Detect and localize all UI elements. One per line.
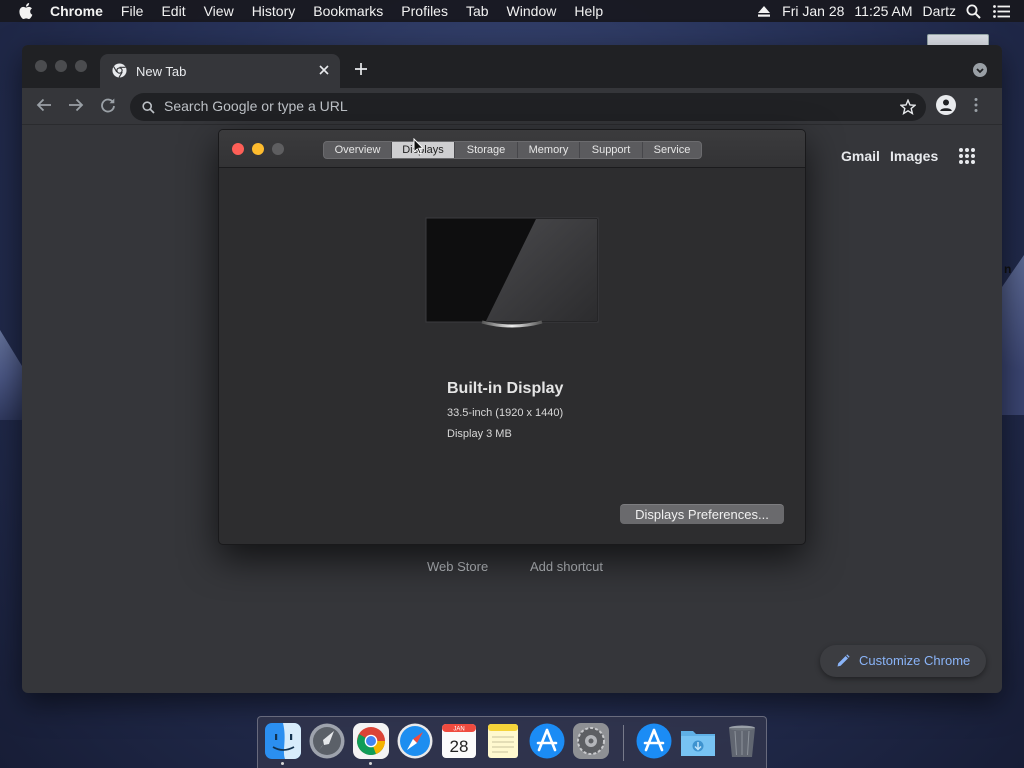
menu-profiles[interactable]: Profiles (401, 3, 448, 19)
tab-memory[interactable]: Memory (518, 142, 580, 158)
about-minimize-button[interactable] (252, 143, 264, 155)
chrome-app-icon[interactable] (352, 722, 390, 760)
safari-icon[interactable] (396, 722, 434, 760)
app-store-recent-icon[interactable] (635, 722, 673, 760)
menu-tab[interactable]: Tab (466, 3, 489, 19)
google-apps-grid-icon[interactable] (958, 147, 976, 165)
eject-icon[interactable] (758, 5, 771, 17)
tab-overview[interactable]: Overview (324, 142, 392, 158)
tab-service[interactable]: Service (643, 142, 701, 158)
apple-icon[interactable] (19, 3, 33, 19)
desktop-wallpaper-right (1002, 255, 1024, 415)
about-zoom-button (272, 143, 284, 155)
menu-bar: Chrome File Edit View History Bookmarks … (0, 0, 1024, 22)
display-monitor-icon (424, 216, 600, 328)
tab-title: New Tab (136, 64, 187, 79)
menu-window[interactable]: Window (507, 3, 557, 19)
menubar-date[interactable]: Fri Jan 28 (782, 3, 844, 19)
search-icon (142, 101, 155, 114)
about-this-mac-window: Overview Displays Storage Memory Support… (218, 129, 806, 545)
app-store-icon[interactable] (528, 722, 566, 760)
chrome-favicon-icon (112, 63, 127, 78)
menu-file[interactable]: File (121, 3, 144, 19)
trash-icon[interactable] (723, 722, 761, 760)
downloads-folder-icon[interactable] (679, 722, 717, 760)
display-name: Built-in Display (447, 380, 564, 397)
spotlight-search-icon[interactable] (966, 4, 981, 19)
menu-history[interactable]: History (252, 3, 296, 19)
tab-close-icon[interactable] (318, 64, 330, 76)
tab-new-tab[interactable]: New Tab (100, 54, 340, 88)
calendar-icon[interactable]: JAN 28 (440, 722, 478, 760)
menubar-user[interactable]: Dartz (923, 3, 956, 19)
chrome-menu-icon[interactable] (974, 97, 978, 113)
desktop-wallpaper-left (0, 330, 22, 420)
customize-chrome-button[interactable]: Customize Chrome (820, 645, 986, 677)
add-shortcut[interactable]: Add shortcut (530, 559, 603, 574)
desktop-partial-text: n (1004, 262, 1012, 276)
omnibox[interactable]: Search Google or type a URL (130, 93, 926, 121)
toolbar: Search Google or type a URL (22, 88, 1002, 124)
forward-arrow-icon[interactable] (68, 97, 84, 113)
omnibox-placeholder: Search Google or type a URL (164, 98, 348, 114)
chrome-zoom-button[interactable] (75, 60, 87, 72)
about-tab-bar: Overview Displays Storage Memory Support… (323, 141, 702, 159)
chrome-minimize-button[interactable] (55, 60, 67, 72)
web-store-shortcut[interactable]: Web Store (427, 559, 488, 574)
notification-center-icon[interactable] (993, 4, 1010, 18)
about-close-button[interactable] (232, 143, 244, 155)
finder-icon[interactable] (264, 722, 302, 760)
profile-avatar-icon[interactable] (936, 95, 956, 115)
toolbar-divider (22, 124, 1002, 125)
dock-separator (623, 725, 624, 761)
customize-chrome-label: Customize Chrome (859, 653, 971, 668)
menubar-time[interactable]: 11:25 AM (854, 3, 912, 19)
menu-chrome[interactable]: Chrome (50, 3, 103, 19)
display-size: 33.5-inch (1920 x 1440) (447, 407, 564, 419)
tab-strip: New Tab (22, 45, 1002, 88)
tab-search-icon[interactable] (973, 63, 987, 77)
tab-support[interactable]: Support (580, 142, 643, 158)
reload-icon[interactable] (100, 97, 116, 113)
chrome-running-indicator (369, 762, 372, 765)
about-titlebar: Overview Displays Storage Memory Support… (219, 130, 805, 168)
menu-bookmarks[interactable]: Bookmarks (313, 3, 383, 19)
bookmark-star-icon[interactable] (900, 99, 916, 115)
mouse-cursor-icon (413, 138, 424, 155)
calendar-day: 28 (450, 737, 469, 756)
notes-icon[interactable] (484, 722, 522, 760)
images-link[interactable]: Images (890, 148, 938, 164)
calendar-month: JAN (453, 727, 464, 733)
chrome-close-button[interactable] (35, 60, 47, 72)
menu-help[interactable]: Help (574, 3, 603, 19)
displays-preferences-button[interactable]: Displays Preferences... (620, 504, 784, 524)
dock: JAN 28 (257, 716, 767, 768)
gmail-link[interactable]: Gmail (841, 148, 880, 164)
back-arrow-icon[interactable] (36, 97, 52, 113)
tab-storage[interactable]: Storage (455, 142, 518, 158)
menu-view[interactable]: View (204, 3, 234, 19)
launchpad-icon[interactable] (308, 722, 346, 760)
display-memory: Display 3 MB (447, 428, 512, 440)
finder-running-indicator (281, 762, 284, 765)
system-preferences-icon[interactable] (572, 722, 610, 760)
pencil-icon (836, 654, 850, 668)
menu-edit[interactable]: Edit (161, 3, 185, 19)
new-tab-plus-icon[interactable] (354, 62, 368, 76)
